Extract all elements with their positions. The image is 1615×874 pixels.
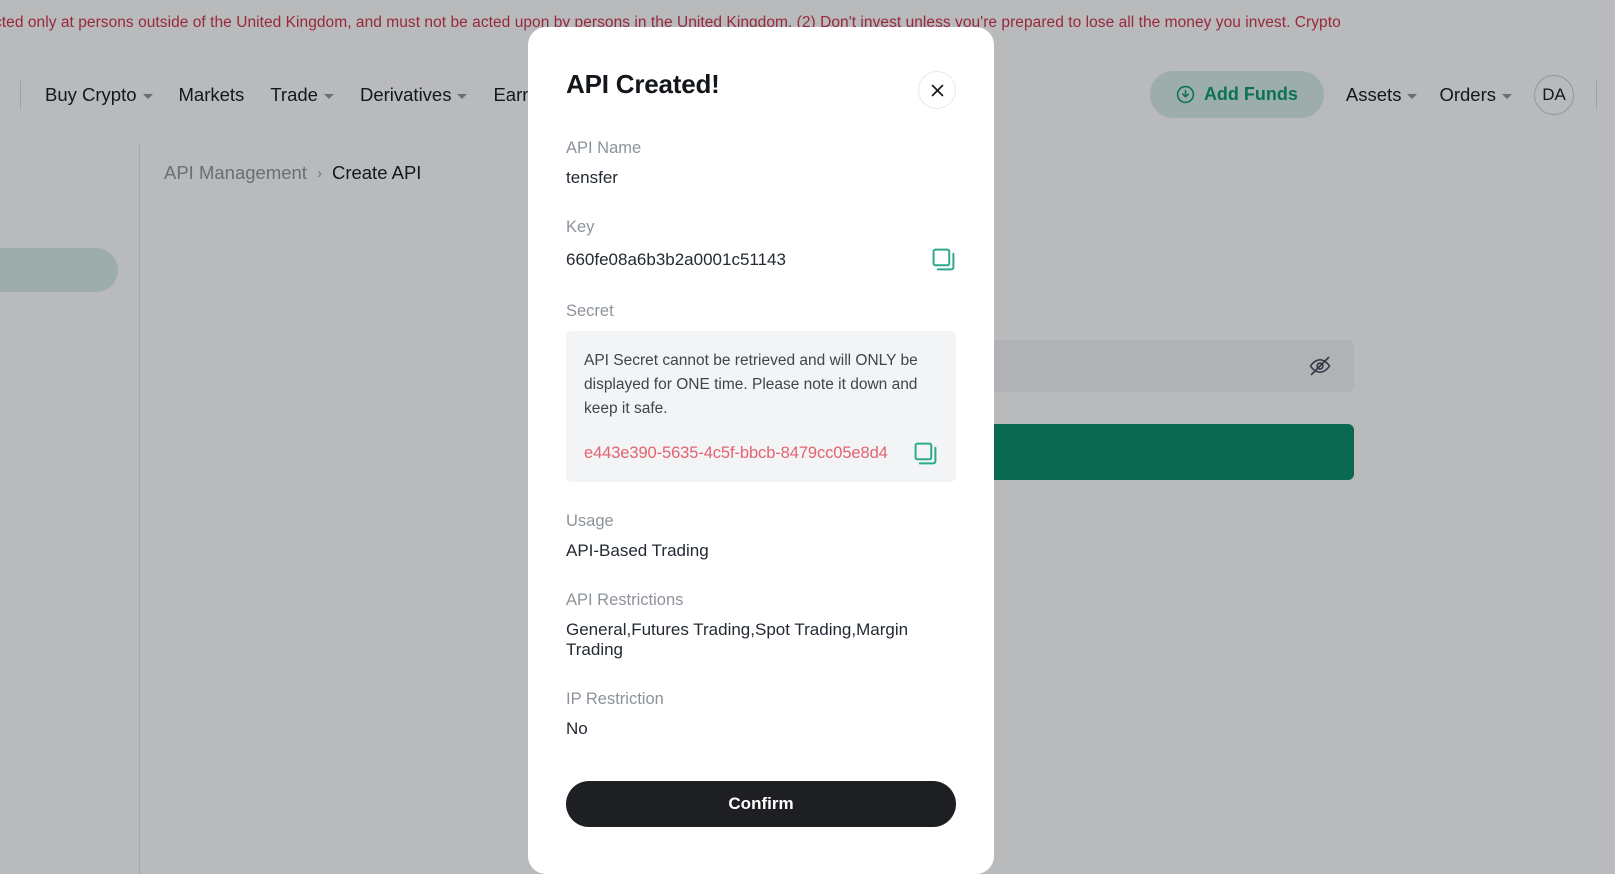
field-label: API Name	[566, 139, 642, 157]
secret-warning-text: API Secret cannot be retrieved and will …	[584, 352, 918, 418]
secret-row: e443e390-5635-4c5f-bbcb-8479cc05e8d4	[584, 441, 938, 466]
secret-value: e443e390-5635-4c5f-bbcb-8479cc05e8d4	[584, 444, 888, 463]
field-value: No	[566, 719, 588, 739]
confirm-button[interactable]: Confirm	[566, 781, 956, 827]
field-usage: Usage API-Based Trading	[566, 512, 956, 561]
close-button[interactable]	[918, 71, 956, 109]
field-label: IP Restriction	[566, 690, 664, 709]
copy-secret-icon[interactable]	[913, 441, 938, 466]
field-label: API Restrictions	[566, 591, 684, 610]
dialog-header: API Created!	[566, 69, 956, 109]
field-key: Key 660fe08a6b3b2a0001c51143	[566, 218, 956, 272]
key-row: 660fe08a6b3b2a0001c51143	[566, 247, 956, 272]
field-value: General,Futures Trading,Spot Trading,Mar…	[566, 620, 909, 660]
close-icon	[930, 83, 945, 98]
field-api-name: API Name tensfer	[566, 139, 956, 188]
field-value: API-Based Trading	[566, 541, 709, 561]
field-secret: Secret API Secret cannot be retrieved an…	[566, 302, 956, 483]
field-api-restrictions: API Restrictions General,Futures Trading…	[566, 591, 956, 660]
field-label: Usage	[566, 512, 614, 531]
field-label: Secret	[566, 302, 614, 320]
field-label: Key	[566, 218, 595, 236]
field-value: 660fe08a6b3b2a0001c51143	[566, 249, 786, 269]
api-created-dialog: API Created! API Name tensfer Key 660fe0…	[528, 27, 994, 874]
copy-key-icon[interactable]	[931, 247, 956, 272]
secret-panel: API Secret cannot be retrieved and will …	[566, 331, 956, 483]
field-ip-restriction: IP Restriction No	[566, 690, 956, 739]
dialog-title: API Created!	[566, 69, 720, 99]
field-value: tensfer	[566, 168, 618, 187]
